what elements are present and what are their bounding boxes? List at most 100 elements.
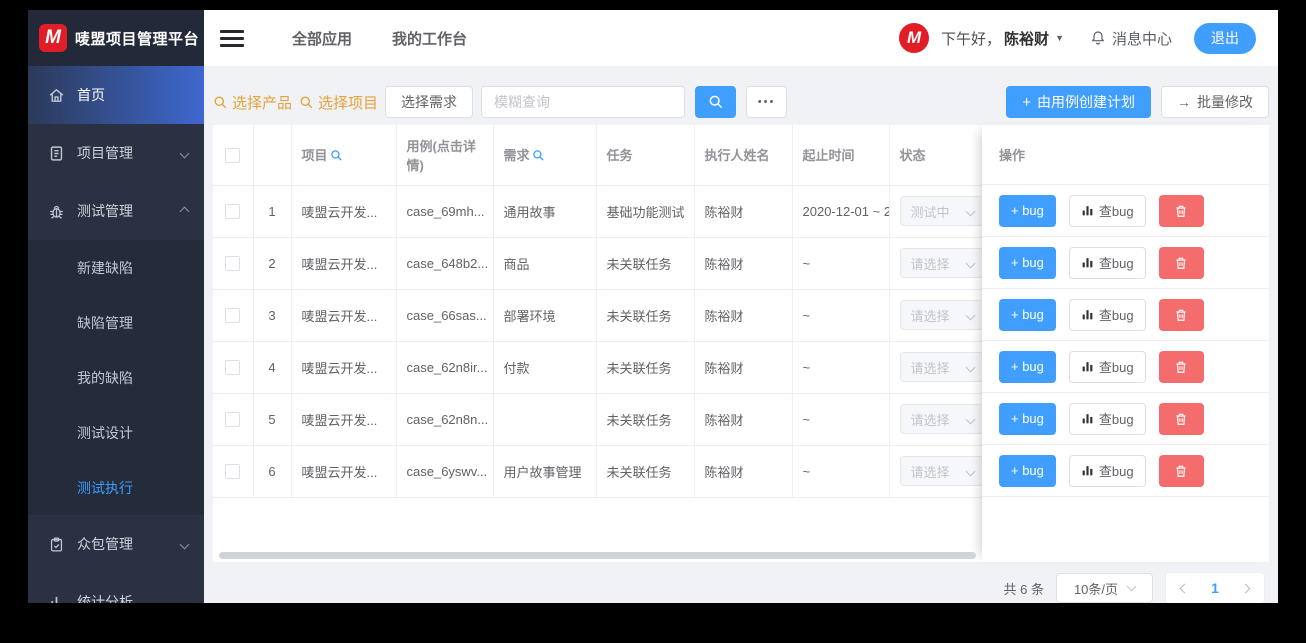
add-bug-button[interactable]: + bug — [999, 350, 1056, 383]
ops-row: + bug 查bug — [982, 393, 1269, 445]
cell-usecase[interactable]: case_66sas... — [396, 289, 494, 342]
search-icon — [709, 95, 722, 109]
trash-icon — [1176, 257, 1186, 269]
page-number[interactable]: 1 — [1211, 580, 1219, 596]
row-checkbox[interactable] — [225, 256, 241, 272]
horizontal-scrollbar[interactable] — [219, 552, 976, 559]
cell-status: 请选择 — [889, 289, 982, 342]
table-container: 项目 用例(点击详情) 需求 任务 执行人姓名 起止时间 状态 1 唛盟云开发.… — [213, 125, 1269, 562]
cell-usecase[interactable]: case_62n8ir... — [396, 341, 494, 394]
sidebar-item-test-execution[interactable]: 测试执行 — [28, 460, 204, 515]
add-bug-button[interactable]: + bug — [999, 454, 1056, 487]
cell-index: 6 — [253, 445, 292, 498]
search-icon[interactable] — [532, 149, 545, 162]
sidebar-item-project-mgmt[interactable]: 项目管理 — [28, 124, 204, 182]
select-product-link[interactable]: 选择产品 — [213, 92, 292, 113]
add-bug-button[interactable]: + bug — [999, 298, 1056, 331]
cell-index: 3 — [253, 289, 292, 342]
delete-button[interactable] — [1158, 194, 1204, 227]
fuzzy-search-input[interactable] — [481, 86, 686, 118]
prev-page-button[interactable] — [1179, 583, 1190, 593]
add-bug-button[interactable]: + bug — [999, 194, 1056, 227]
more-button[interactable]: ••• — [746, 86, 788, 118]
sidebar-item-my-defects[interactable]: 我的缺陷 — [28, 350, 204, 405]
view-bug-button[interactable]: 查bug — [1068, 298, 1146, 331]
plus-icon: + — [1022, 93, 1031, 111]
create-plan-button[interactable]: + 由用例创建计划 — [1006, 86, 1151, 118]
cell-requirement: 部署环境 — [493, 289, 597, 342]
next-page-button[interactable] — [1240, 583, 1251, 593]
view-bug-button[interactable]: 查bug — [1068, 246, 1146, 279]
cell-executor: 陈裕财 — [694, 237, 793, 290]
search-icon[interactable] — [330, 149, 343, 162]
ops-row: + bug 查bug — [982, 237, 1269, 289]
screen: M 唛盟项目管理平台 首页 项目管理 测试管理 新建缺陷 缺陷管理 我的缺陷 测… — [0, 0, 1306, 643]
search-button[interactable] — [695, 86, 737, 118]
sidebar-item-test-design[interactable]: 测试设计 — [28, 405, 204, 460]
select-product-label: 选择产品 — [232, 94, 293, 112]
add-bug-button[interactable]: + bug — [999, 402, 1056, 435]
sidebar-item-new-defect[interactable]: 新建缺陷 — [28, 240, 204, 295]
sidebar-item-test-mgmt[interactable]: 测试管理 — [28, 182, 204, 240]
message-center-link[interactable]: 消息中心 — [1090, 28, 1172, 49]
toolbar-actions: + 由用例创建计划 → 批量修改 — [1006, 86, 1269, 118]
select-all-checkbox[interactable] — [225, 147, 241, 163]
cell-usecase[interactable]: case_62n8n... — [396, 393, 494, 446]
sidebar-item-home[interactable]: 首页 — [28, 66, 204, 124]
select-project-link[interactable]: 选择项目 — [299, 92, 378, 113]
trash-icon — [1176, 309, 1186, 321]
cell-usecase[interactable]: case_648b2... — [396, 237, 494, 290]
batch-edit-button[interactable]: → 批量修改 — [1161, 86, 1269, 118]
menu-toggle-icon[interactable] — [220, 29, 244, 47]
chevron-down-icon — [1126, 581, 1137, 592]
table-row: 5 唛盟云开发... case_62n8n... 未关联任务 陈裕财 ~ 请选择 — [213, 393, 982, 446]
greeting-text: 下午好， — [941, 30, 1002, 48]
view-bug-button[interactable]: 查bug — [1068, 194, 1146, 227]
table-row: 1 唛盟云开发... case_69mh... 通用故事 基础功能测试 陈裕财 … — [213, 185, 982, 238]
sidebar-item-label: 项目管理 — [77, 145, 133, 161]
delete-button[interactable] — [1158, 246, 1204, 279]
row-checkbox[interactable] — [225, 204, 241, 220]
row-checkbox[interactable] — [225, 464, 241, 480]
cell-project: 唛盟云开发... — [291, 393, 397, 446]
status-select[interactable]: 请选择 — [899, 300, 982, 330]
cell-usecase[interactable]: case_6yswv... — [396, 445, 494, 498]
row-checkbox[interactable] — [225, 308, 241, 324]
cell-status: 测试中 — [889, 185, 982, 238]
delete-button[interactable] — [1158, 298, 1204, 331]
nav-all-apps[interactable]: 全部应用 — [292, 28, 352, 49]
nav-my-workspace[interactable]: 我的工作台 — [392, 28, 467, 49]
status-select[interactable]: 请选择 — [899, 404, 982, 434]
delete-button[interactable] — [1158, 454, 1204, 487]
trash-icon — [1176, 413, 1186, 425]
view-bug-button[interactable]: 查bug — [1068, 402, 1146, 435]
logout-button[interactable]: 退出 — [1194, 22, 1256, 54]
status-select[interactable]: 请选择 — [899, 352, 982, 382]
avatar[interactable]: M — [899, 23, 930, 53]
status-select[interactable]: 请选择 — [899, 248, 982, 278]
sidebar-item-defect-mgmt[interactable]: 缺陷管理 — [28, 295, 204, 350]
status-select[interactable]: 请选择 — [899, 456, 982, 486]
view-bug-button[interactable]: 查bug — [1068, 454, 1146, 487]
user-menu[interactable]: 下午好， 陈裕财 ▼ — [941, 28, 1064, 49]
select-requirement-button[interactable]: 选择需求 — [385, 86, 474, 118]
cell-requirement: 付款 — [493, 341, 597, 394]
cell-time: ~ — [792, 237, 890, 290]
row-checkbox[interactable] — [225, 360, 241, 376]
sidebar-item-statistics[interactable]: 统计分析 — [28, 573, 204, 603]
brand-logo-icon: M — [39, 24, 67, 52]
delete-button[interactable] — [1158, 402, 1204, 435]
chevron-down-icon — [965, 310, 975, 321]
delete-button[interactable] — [1158, 350, 1204, 383]
row-checkbox[interactable] — [225, 412, 241, 428]
page-size-value: 10条/页 — [1073, 581, 1119, 597]
trash-icon — [1176, 361, 1186, 373]
app-window: M 唛盟项目管理平台 首页 项目管理 测试管理 新建缺陷 缺陷管理 我的缺陷 测… — [28, 10, 1278, 603]
sidebar-item-crowd-mgmt[interactable]: 众包管理 — [28, 515, 204, 573]
view-bug-button[interactable]: 查bug — [1068, 350, 1146, 383]
status-select[interactable]: 测试中 — [899, 196, 982, 226]
cell-usecase[interactable]: case_69mh... — [396, 185, 494, 238]
total-count: 共 6 条 — [1003, 581, 1044, 597]
add-bug-button[interactable]: + bug — [999, 246, 1056, 279]
page-size-select[interactable]: 10条/页 — [1056, 573, 1153, 603]
